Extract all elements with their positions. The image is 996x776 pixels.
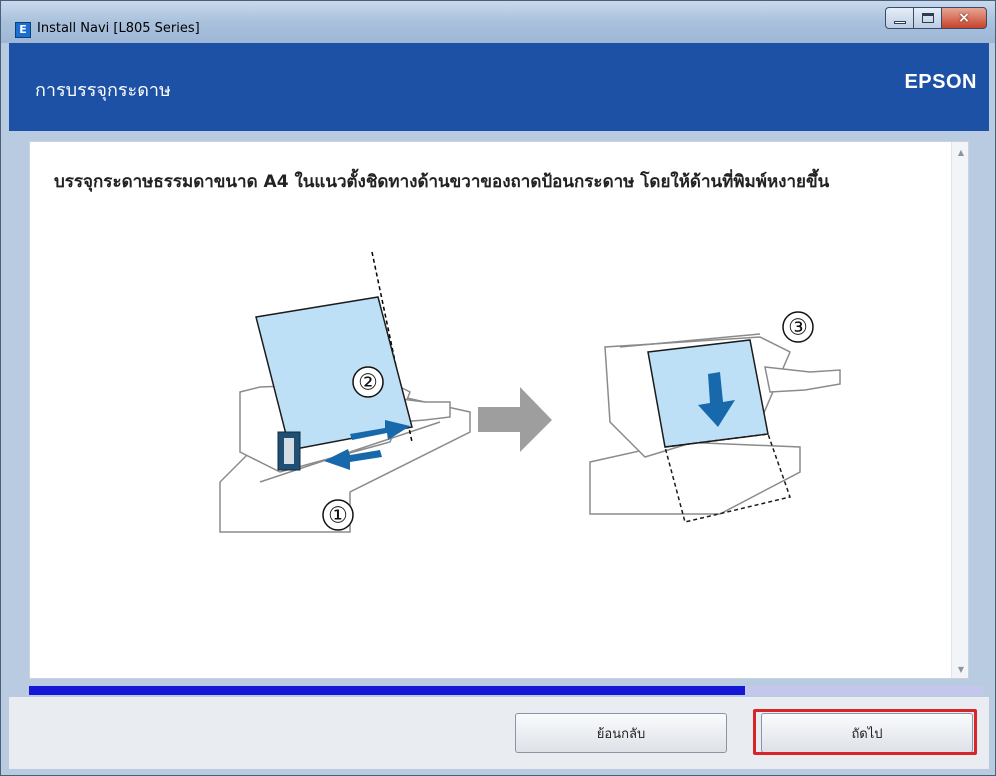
app-icon: E xyxy=(15,22,31,38)
maximize-button[interactable] xyxy=(913,7,941,29)
step-3-label: ③ xyxy=(788,316,808,341)
window-title: Install Navi [L805 Series] xyxy=(37,21,200,36)
right-arrow-icon xyxy=(478,387,552,452)
next-button[interactable]: ถัดไป xyxy=(761,713,973,753)
step-2-badge: ② xyxy=(352,366,384,398)
step-1-label: ① xyxy=(328,504,348,529)
paper-guide-slider xyxy=(277,431,301,471)
step-1-badge: ① xyxy=(322,499,354,531)
footer-bar: ย้อนกลับ ถัดไป xyxy=(9,697,989,769)
progress-fill xyxy=(29,686,745,695)
paper-sheet-right xyxy=(647,339,769,448)
back-button[interactable]: ย้อนกลับ xyxy=(515,713,727,753)
content-panel: บรรจุกระดาษธรรมดาขนาด A4 ในแนวตั้งชิดทาง… xyxy=(29,141,969,679)
maximize-icon xyxy=(921,13,934,23)
step-2-label: ② xyxy=(358,371,378,396)
scroll-up-icon[interactable]: ▲ xyxy=(958,148,964,157)
install-progress-bar xyxy=(29,686,983,695)
page-header: การบรรจุกระดาษ EPSON xyxy=(9,43,989,131)
epson-logo: EPSON xyxy=(904,71,977,93)
title-bar[interactable]: E Install Navi [L805 Series] × xyxy=(1,1,995,43)
step-3-badge: ③ xyxy=(782,311,814,343)
minimize-button[interactable] xyxy=(885,7,913,29)
close-icon: × xyxy=(958,10,970,26)
paper-loading-illustration: ② ① ③ xyxy=(219,251,841,533)
close-button[interactable]: × xyxy=(941,7,987,29)
window-controls: × xyxy=(885,7,987,29)
installer-window: E Install Navi [L805 Series] × การบรรจุก… xyxy=(0,0,996,776)
minimize-icon xyxy=(893,20,906,24)
instruction-text: บรรจุกระดาษธรรมดาขนาด A4 ในแนวตั้งชิดทาง… xyxy=(54,172,830,192)
vertical-scrollbar[interactable]: ▲ ▼ xyxy=(951,142,968,678)
page-title: การบรรจุกระดาษ xyxy=(35,80,171,101)
scroll-down-icon[interactable]: ▼ xyxy=(958,665,964,674)
